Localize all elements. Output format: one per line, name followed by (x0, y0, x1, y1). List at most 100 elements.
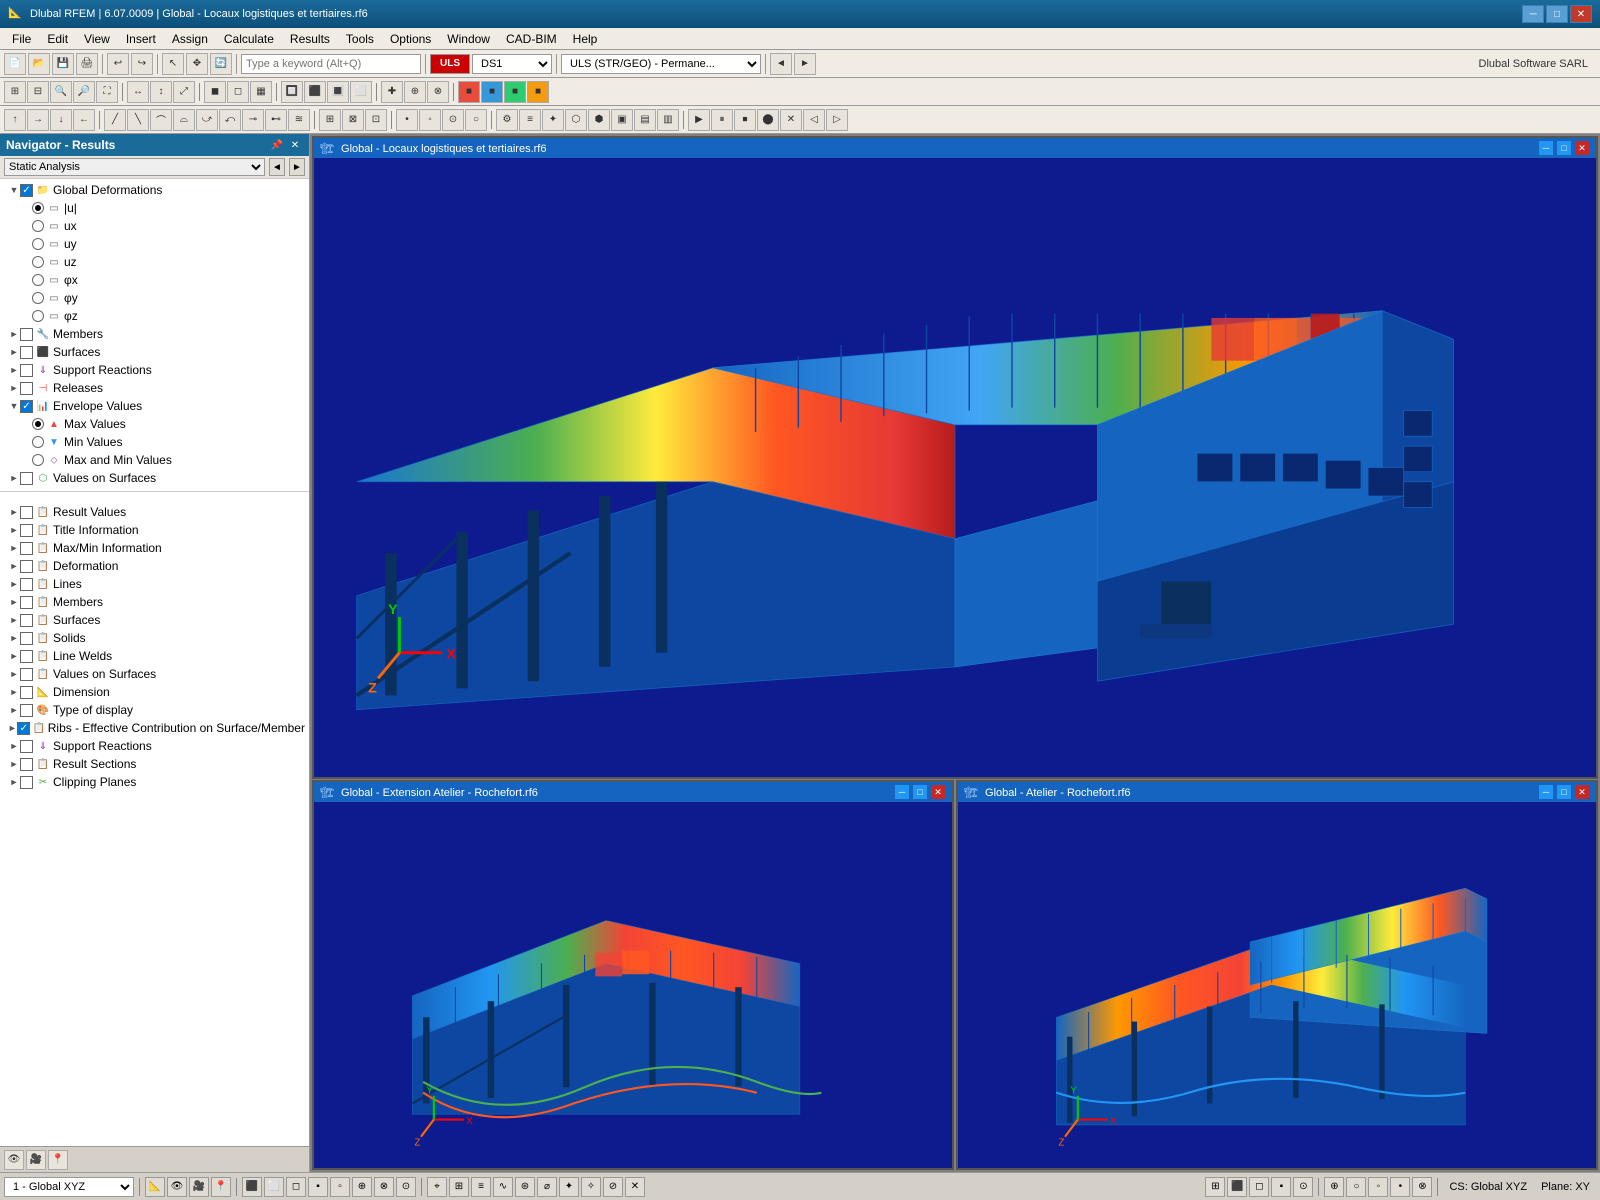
tb-draw2[interactable]: ⬜ (264, 1177, 284, 1197)
tree-toggle-members[interactable]: ► (8, 328, 20, 340)
tb3-misc2[interactable]: ⊠ (342, 109, 364, 131)
tree-toggle-members2[interactable]: ► (8, 596, 20, 608)
cb-type-display[interactable] (20, 704, 33, 717)
vp-right-btn1[interactable]: ⊞ (1205, 1177, 1225, 1197)
vp-top-minimize[interactable]: ─ (1538, 140, 1554, 156)
tb3-extra1[interactable]: ⚙ (496, 109, 518, 131)
tb2-render3[interactable]: ▦ (250, 81, 272, 103)
tb-extra3[interactable]: ≡ (471, 1177, 491, 1197)
tree-toggle-max-min-info[interactable]: ► (8, 542, 20, 554)
tb3-extra7[interactable]: ▤ (634, 109, 656, 131)
tree-max-values[interactable]: ▲ Max Values (0, 415, 309, 433)
tb3-btn1[interactable]: ↑ (4, 109, 26, 131)
nav-prev[interactable]: ◄ (770, 53, 792, 75)
tb-extra10[interactable]: ✕ (625, 1177, 645, 1197)
search-input[interactable] (241, 54, 421, 74)
tree-lines[interactable]: ► 📋 Lines (0, 575, 309, 593)
redo-button[interactable]: ↪ (131, 53, 153, 75)
tb3-line8[interactable]: ⊷ (265, 109, 287, 131)
tb3-disp3[interactable]: ⏹ (734, 109, 756, 131)
tree-global-deformations[interactable]: ▼ ✓ 📁 Global Deformations (0, 181, 309, 199)
menu-view[interactable]: View (76, 30, 118, 48)
tree-min-values[interactable]: ▼ Min Values (0, 433, 309, 451)
tb2-render2[interactable]: ◻ (227, 81, 249, 103)
tree-toggle-clipping[interactable]: ► (8, 776, 20, 788)
rotate-button[interactable]: 🔄 (210, 53, 232, 75)
cb-deformation[interactable] (20, 560, 33, 573)
cb-ribs[interactable]: ✓ (17, 722, 30, 735)
tree-surfaces2[interactable]: ► 📋 Surfaces (0, 611, 309, 629)
tb2-btn7[interactable]: ↕ (150, 81, 172, 103)
move-button[interactable]: ✥ (186, 53, 208, 75)
cb-result-sections[interactable] (20, 758, 33, 771)
nav-pin-button[interactable]: 📌 (269, 137, 285, 153)
vp-bl-maximize[interactable]: □ (912, 784, 928, 800)
cb-surfaces[interactable] (20, 346, 33, 359)
nav-back-btn[interactable]: ◄ (269, 158, 285, 176)
viewport-bl-canvas[interactable]: X Y Z (314, 802, 952, 1168)
tree-toggle-deformation[interactable]: ► (8, 560, 20, 572)
radio-uy[interactable] (32, 238, 44, 250)
cb-values-surfaces[interactable] (20, 472, 33, 485)
tb2-btn6[interactable]: ↔ (127, 81, 149, 103)
menu-cadbim[interactable]: CAD-BIM (498, 30, 565, 48)
tb3-disp4[interactable]: ⬤ (757, 109, 779, 131)
tree-releases[interactable]: ► ⊣ Releases (0, 379, 309, 397)
tb2-view4[interactable]: ⬜ (350, 81, 372, 103)
tb2-snap3[interactable]: ⊗ (427, 81, 449, 103)
cb-clipping[interactable] (20, 776, 33, 789)
tb2-color2[interactable]: ■ (481, 81, 503, 103)
tree-item-phiz[interactable]: ▭ φz (0, 307, 309, 325)
tree-toggle-val-surf2[interactable]: ► (8, 668, 20, 680)
viewport-br-canvas[interactable]: X Y Z (958, 802, 1596, 1168)
tb3-node3[interactable]: ⊙ (442, 109, 464, 131)
tb-extra1[interactable]: ⌖ (427, 1177, 447, 1197)
menu-edit[interactable]: Edit (39, 30, 76, 48)
cb-title-info[interactable] (20, 524, 33, 537)
tb3-extra3[interactable]: ✦ (542, 109, 564, 131)
tb2-snap2[interactable]: ⊕ (404, 81, 426, 103)
ds-combo[interactable]: DS1 (472, 54, 552, 74)
cb-support2[interactable] (20, 740, 33, 753)
tree-type-display[interactable]: ► 🎨 Type of display (0, 701, 309, 719)
tree-dimension[interactable]: ► 📐 Dimension (0, 683, 309, 701)
tb3-btn2[interactable]: → (27, 109, 49, 131)
tree-members2[interactable]: ► 📋 Members (0, 593, 309, 611)
open-button[interactable]: 📂 (28, 53, 50, 75)
tb3-misc3[interactable]: ⊡ (365, 109, 387, 131)
cb-members[interactable] (20, 328, 33, 341)
tb2-btn8[interactable]: ⤢ (173, 81, 195, 103)
tb2-btn3[interactable]: 🔍 (50, 81, 72, 103)
vp-bl-minimize[interactable]: ─ (894, 784, 910, 800)
vp-right-btn3[interactable]: ◻ (1249, 1177, 1269, 1197)
tb3-line9[interactable]: ≋ (288, 109, 310, 131)
tree-toggle-envelope[interactable]: ▼ (8, 400, 20, 412)
radio-phiy[interactable] (32, 292, 44, 304)
vp-right-btn6[interactable]: ⊕ (1324, 1177, 1344, 1197)
tree-toggle-result-sections[interactable]: ► (8, 758, 20, 770)
new-button[interactable]: 📄 (4, 53, 26, 75)
tree-support-reactions2[interactable]: ► ⇓ Support Reactions (0, 737, 309, 755)
radio-min-values[interactable] (32, 436, 44, 448)
tb2-btn1[interactable]: ⊞ (4, 81, 26, 103)
tree-toggle-support2[interactable]: ► (8, 740, 20, 752)
status-btn2[interactable]: 👁 (167, 1177, 187, 1197)
menu-insert[interactable]: Insert (118, 30, 164, 48)
tb3-line1[interactable]: ╱ (104, 109, 126, 131)
tree-members[interactable]: ► 🔧 Members (0, 325, 309, 343)
cb-result-values[interactable] (20, 506, 33, 519)
tree-toggle-result-values[interactable]: ► (8, 506, 20, 518)
cb-max-min-info[interactable] (20, 542, 33, 555)
menu-options[interactable]: Options (382, 30, 439, 48)
tb-draw7[interactable]: ⊗ (374, 1177, 394, 1197)
undo-button[interactable]: ↩ (107, 53, 129, 75)
tree-toggle-deformations[interactable]: ▼ (8, 184, 20, 196)
tb-draw3[interactable]: ◻ (286, 1177, 306, 1197)
radio-phix[interactable] (32, 274, 44, 286)
vp-right-btn8[interactable]: ◦ (1368, 1177, 1388, 1197)
tb-extra9[interactable]: ⊘ (603, 1177, 623, 1197)
menu-assign[interactable]: Assign (164, 30, 216, 48)
radio-max-values[interactable] (32, 418, 44, 430)
tree-toggle-type-display[interactable]: ► (8, 704, 20, 716)
maximize-button[interactable]: □ (1546, 5, 1568, 23)
